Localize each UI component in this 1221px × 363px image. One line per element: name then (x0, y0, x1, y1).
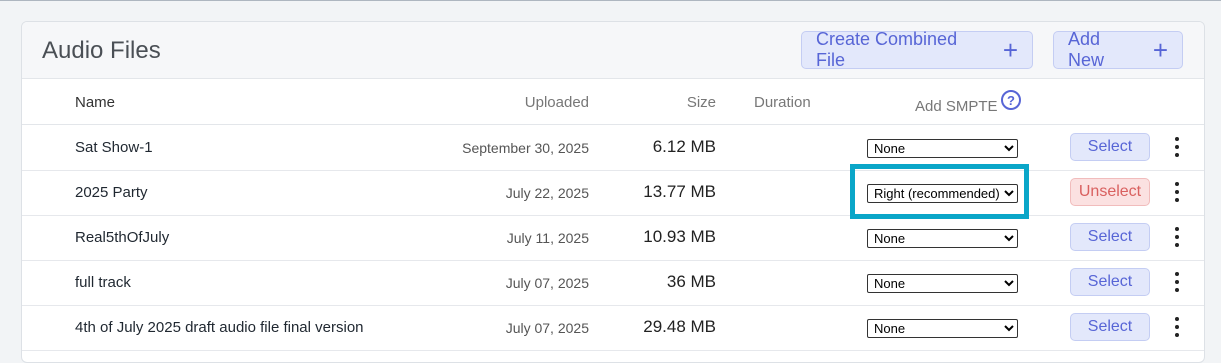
select-button[interactable]: Select (1070, 268, 1150, 296)
plus-icon: + (1002, 35, 1018, 65)
select-button[interactable]: Select (1070, 223, 1150, 251)
more-options-icon[interactable] (1172, 182, 1182, 202)
upload-date: July 11, 2025 (506, 230, 589, 246)
window-top-border (0, 0, 1221, 1)
column-header-uploaded[interactable]: Uploaded (525, 94, 589, 111)
card-header: Audio Files Create Combined File + Add N… (22, 22, 1204, 79)
table-row: Real5thOfJuly July 11, 2025 10.93 MB Non… (22, 215, 1204, 261)
smpte-select[interactable]: None (867, 274, 1018, 293)
card-title: Audio Files (42, 37, 161, 64)
upload-date: July 07, 2025 (505, 275, 589, 291)
create-combined-file-label: Create Combined File (816, 29, 958, 70)
more-options-icon[interactable] (1172, 137, 1182, 157)
file-size: 6.12 MB (652, 137, 716, 156)
column-header-add-smpte: Add SMPTE (915, 98, 998, 115)
more-options-icon[interactable] (1172, 272, 1182, 292)
smpte-select[interactable]: Right (recommended) (867, 184, 1018, 203)
select-button[interactable]: Select (1070, 133, 1150, 161)
file-size: 36 MB (666, 272, 716, 291)
file-name: 2025 Party (75, 184, 148, 201)
create-combined-file-button[interactable]: Create Combined File + (801, 29, 1033, 70)
table-row: Sat Show-1 September 30, 2025 6.12 MB No… (22, 125, 1204, 171)
add-new-button[interactable]: Add New + (1053, 29, 1183, 70)
file-name: 4th of July 2025 draft audio file final … (75, 319, 364, 336)
file-size: 10.93 MB (643, 227, 716, 246)
file-size: 13.77 MB (643, 182, 716, 201)
upload-date: July 22, 2025 (505, 185, 589, 201)
file-size: 29.48 MB (643, 317, 716, 336)
smpte-select[interactable]: None (867, 139, 1018, 158)
more-options-icon[interactable] (1172, 227, 1182, 247)
table-row: 4th of July 2025 draft audio file final … (22, 305, 1204, 351)
table-row: 2025 Party July 22, 2025 13.77 MB Right … (22, 170, 1204, 216)
unselect-button[interactable]: Unselect (1070, 178, 1150, 206)
table-row: full track July 07, 2025 36 MB None Sele… (22, 260, 1204, 306)
smpte-select[interactable]: None (867, 319, 1018, 338)
plus-icon: + (1152, 35, 1168, 65)
smpte-select[interactable]: None (867, 229, 1018, 248)
select-button[interactable]: Select (1070, 313, 1150, 341)
help-icon[interactable]: ? (1001, 90, 1021, 110)
upload-date: July 07, 2025 (505, 320, 589, 336)
audio-files-card: Audio Files Create Combined File + Add N… (21, 21, 1205, 363)
column-header-size[interactable]: Size (687, 94, 716, 111)
column-header-name[interactable]: Name (75, 94, 115, 111)
column-header-duration[interactable]: Duration (754, 94, 811, 111)
add-new-label: Add New (1068, 29, 1105, 70)
more-options-icon[interactable] (1172, 317, 1182, 337)
file-name: Real5thOfJuly (75, 229, 170, 246)
upload-date: September 30, 2025 (462, 140, 589, 156)
file-name: Sat Show-1 (75, 139, 153, 156)
file-name: full track (75, 274, 131, 291)
